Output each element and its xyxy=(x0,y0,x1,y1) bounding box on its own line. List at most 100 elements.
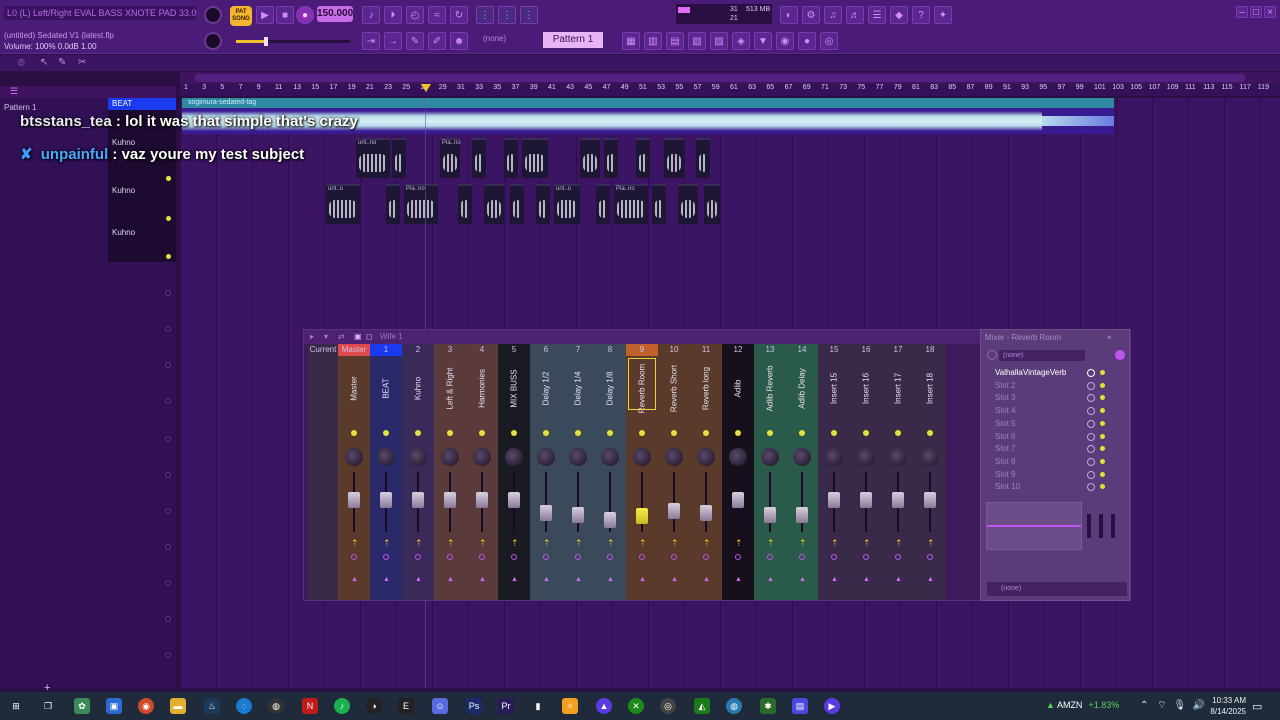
piano-roll-icon[interactable]: ♬ xyxy=(846,6,864,24)
audio-clip[interactable] xyxy=(704,184,720,224)
file-explorer-icon[interactable]: ▬ xyxy=(170,698,186,714)
draw-icon[interactable]: ✎ xyxy=(406,32,424,50)
route-icon[interactable]: ⇡ xyxy=(479,538,487,549)
send-knob[interactable] xyxy=(351,554,357,560)
chevron-up-icon[interactable]: ▲ xyxy=(575,576,582,583)
route-icon[interactable]: ⇡ xyxy=(767,538,775,549)
edge-icon[interactable]: ◌ xyxy=(236,698,252,714)
loop-icon[interactable]: ↻ xyxy=(450,6,468,24)
chrome-icon[interactable]: ◉ xyxy=(138,698,154,714)
send-knob[interactable] xyxy=(383,554,389,560)
fx-mix-knob[interactable] xyxy=(1087,457,1095,466)
track-led-empty[interactable] xyxy=(165,544,171,550)
chevron-up-icon[interactable]: ▲ xyxy=(863,576,870,583)
scroll-thumb[interactable] xyxy=(195,74,1245,82)
view-icon-1[interactable]: ▦ xyxy=(622,32,640,50)
audio-clip[interactable] xyxy=(696,138,710,178)
snap-icon-2[interactable]: ⋮ xyxy=(498,6,516,24)
mixer-channel-led[interactable] xyxy=(863,430,869,436)
audio-clip[interactable]: unt..o xyxy=(554,184,580,224)
fx-mix-knob[interactable] xyxy=(1087,407,1095,416)
pan-knob[interactable] xyxy=(761,448,779,466)
audio-clip[interactable] xyxy=(664,138,684,178)
pan-knob[interactable] xyxy=(729,448,747,466)
fx-vol-slider-1[interactable] xyxy=(1087,514,1091,538)
task-view-icon[interactable]: ❐ xyxy=(40,698,56,714)
track-header-kuhno-3[interactable]: Kuhno xyxy=(108,222,176,262)
pan-knob[interactable] xyxy=(665,448,683,466)
mixer-channel-led[interactable] xyxy=(383,430,389,436)
pan-knob[interactable] xyxy=(793,448,811,466)
obs-icon[interactable]: ◍ xyxy=(268,698,284,714)
mixer-channel[interactable]: 6 Delay 1/2 ⇡ ▲ xyxy=(530,344,562,600)
pitch-knob[interactable] xyxy=(204,32,222,50)
chevron-up-icon[interactable]: ▲ xyxy=(895,576,902,583)
chevron-up-icon[interactable]: ▲ xyxy=(831,576,838,583)
netflix-icon[interactable]: N xyxy=(302,698,318,714)
volume-fader[interactable] xyxy=(924,491,936,508)
fl-studio-icon[interactable]: ✧ xyxy=(562,698,578,714)
close-icon[interactable]: × xyxy=(1264,6,1276,18)
view-icon-4[interactable]: ▧ xyxy=(688,32,706,50)
track-led-empty[interactable] xyxy=(165,616,171,622)
audio-clip[interactable] xyxy=(386,184,400,224)
pan-knob[interactable] xyxy=(825,448,843,466)
audio-clip[interactable]: Pia..no xyxy=(404,184,438,224)
route-icon[interactable]: ⇡ xyxy=(639,538,647,549)
mixer-channel[interactable]: 10 Reverb Short ⇡ ▲ xyxy=(658,344,690,600)
fx-slot[interactable]: Slot 5 xyxy=(995,418,1107,429)
chevron-up-icon[interactable]: ▲ xyxy=(607,576,614,583)
fx-enable-led[interactable] xyxy=(1100,395,1105,401)
github-icon[interactable]: ◑ xyxy=(366,698,382,714)
mixer-channel[interactable]: 11 Reverb long ⇡ ▲ xyxy=(690,344,722,600)
fx-mix-knob[interactable] xyxy=(1087,394,1095,403)
fx-slot[interactable]: Slot 6 xyxy=(995,431,1107,442)
audio-clip[interactable]: Pia..no xyxy=(440,138,461,178)
pan-knob[interactable] xyxy=(857,448,875,466)
track-led-empty[interactable] xyxy=(165,472,171,478)
chevron-up-icon[interactable]: ▲ xyxy=(415,576,422,583)
steam-icon[interactable]: ♨ xyxy=(204,698,220,714)
fx-mix-knob[interactable] xyxy=(1087,369,1095,377)
track-header-beat[interactable]: BEAT xyxy=(108,98,176,110)
premiere-icon[interactable]: Pr xyxy=(498,698,514,714)
mixer-channel[interactable]: Current xyxy=(308,344,338,600)
fx-slot[interactable]: Slot 2 xyxy=(995,380,1107,391)
fx-enable-led[interactable] xyxy=(1100,382,1105,388)
app-icon-a[interactable]: ▲ xyxy=(596,698,612,714)
audio-clip[interactable]: unt..o xyxy=(326,184,360,224)
audio-clip[interactable] xyxy=(510,184,524,224)
volume-fader[interactable] xyxy=(700,505,712,521)
send-knob[interactable] xyxy=(415,554,421,560)
snap-icon[interactable]: ⇥ xyxy=(362,32,380,50)
nvidia-icon[interactable]: ◭ xyxy=(694,698,710,714)
discord-icon[interactable]: ☺ xyxy=(432,698,448,714)
fx-vol-slider-3[interactable] xyxy=(1111,514,1115,538)
pattern-selector[interactable]: Pattern 1 xyxy=(543,32,603,48)
audio-clip[interactable] xyxy=(392,138,406,178)
send-knob[interactable] xyxy=(927,554,933,560)
track-led-empty[interactable] xyxy=(165,508,171,514)
notification-icon[interactable]: ▭ xyxy=(1252,700,1262,713)
fx-input-icon[interactable] xyxy=(987,350,997,360)
route-icon[interactable]: ⇡ xyxy=(735,538,743,549)
mixer-channel-led[interactable] xyxy=(415,430,421,436)
chevron-up-icon[interactable]: ▲ xyxy=(383,576,390,583)
snap-icon-1[interactable]: ⋮ xyxy=(476,6,494,24)
track-led-empty[interactable] xyxy=(165,652,171,658)
fx-mix-knob[interactable] xyxy=(1087,419,1095,428)
chevron-up-icon[interactable]: ▲ xyxy=(543,576,550,583)
volume-fader[interactable] xyxy=(796,507,808,524)
view-icon-7[interactable]: ▼ xyxy=(754,32,772,50)
volume-fader[interactable] xyxy=(348,491,360,508)
send-knob[interactable] xyxy=(895,554,901,560)
volume-fader[interactable] xyxy=(540,505,552,521)
minimize-icon[interactable]: – xyxy=(1236,6,1248,18)
fx-output-select[interactable]: (none) xyxy=(987,582,1127,596)
mixer-channel-led[interactable] xyxy=(735,430,741,436)
app-icon-b[interactable]: ◎ xyxy=(660,698,676,714)
chevron-up-icon[interactable]: ▲ xyxy=(767,576,774,583)
view-icon-9[interactable]: ● xyxy=(798,32,816,50)
chevron-up-icon[interactable]: ▲ xyxy=(735,576,742,583)
route-icon[interactable]: ⇡ xyxy=(927,538,935,549)
